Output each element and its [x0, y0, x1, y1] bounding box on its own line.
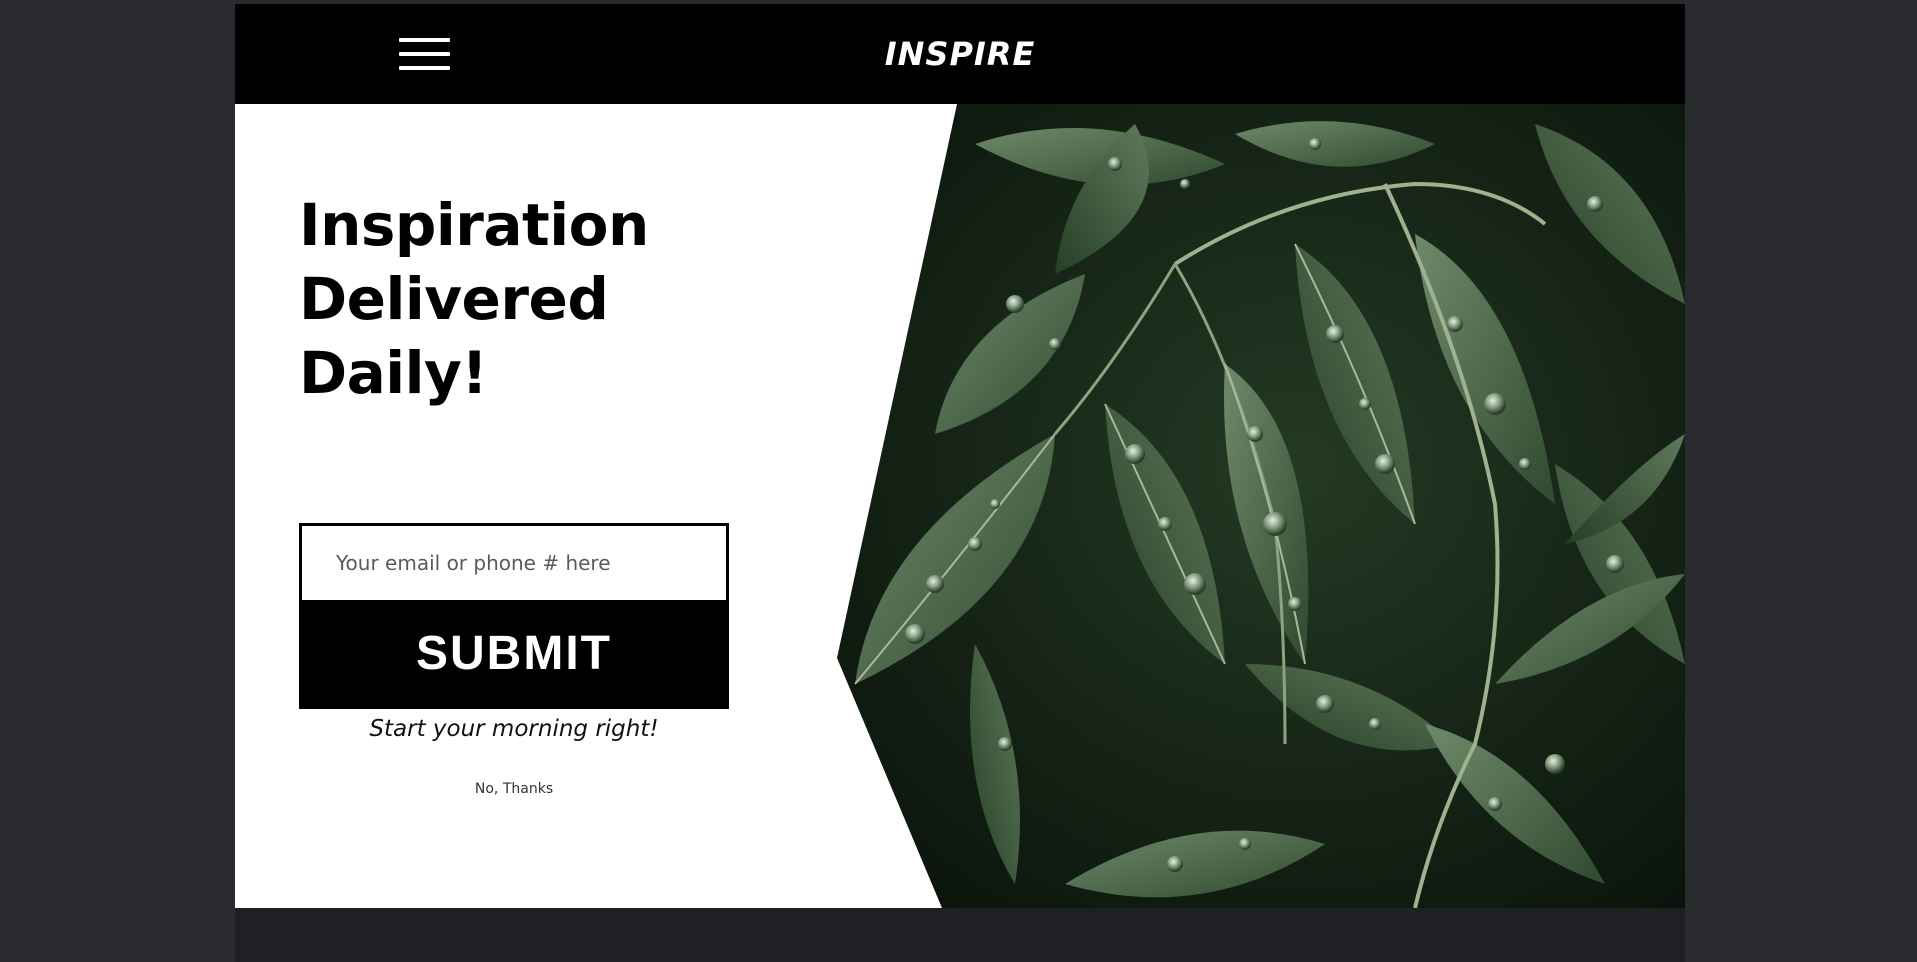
- page-frame: INSPIRE Inspiration Delivered Daily! You…: [235, 4, 1685, 962]
- no-thanks-link[interactable]: No, Thanks: [299, 781, 729, 797]
- email-or-phone-input[interactable]: [302, 526, 726, 600]
- brand-logo[interactable]: INSPIRE: [880, 34, 1040, 74]
- hamburger-menu-icon[interactable]: [399, 38, 450, 70]
- hero-headline: Inspiration Delivered Daily!: [299, 191, 649, 407]
- top-navigation-bar: INSPIRE: [235, 4, 1685, 104]
- submit-button[interactable]: SUBMIT: [302, 600, 726, 706]
- tagline: Start your morning right!: [369, 716, 659, 742]
- hero-section: Inspiration Delivered Daily! SUBMIT Star…: [235, 104, 1685, 908]
- signup-form: SUBMIT: [299, 523, 729, 709]
